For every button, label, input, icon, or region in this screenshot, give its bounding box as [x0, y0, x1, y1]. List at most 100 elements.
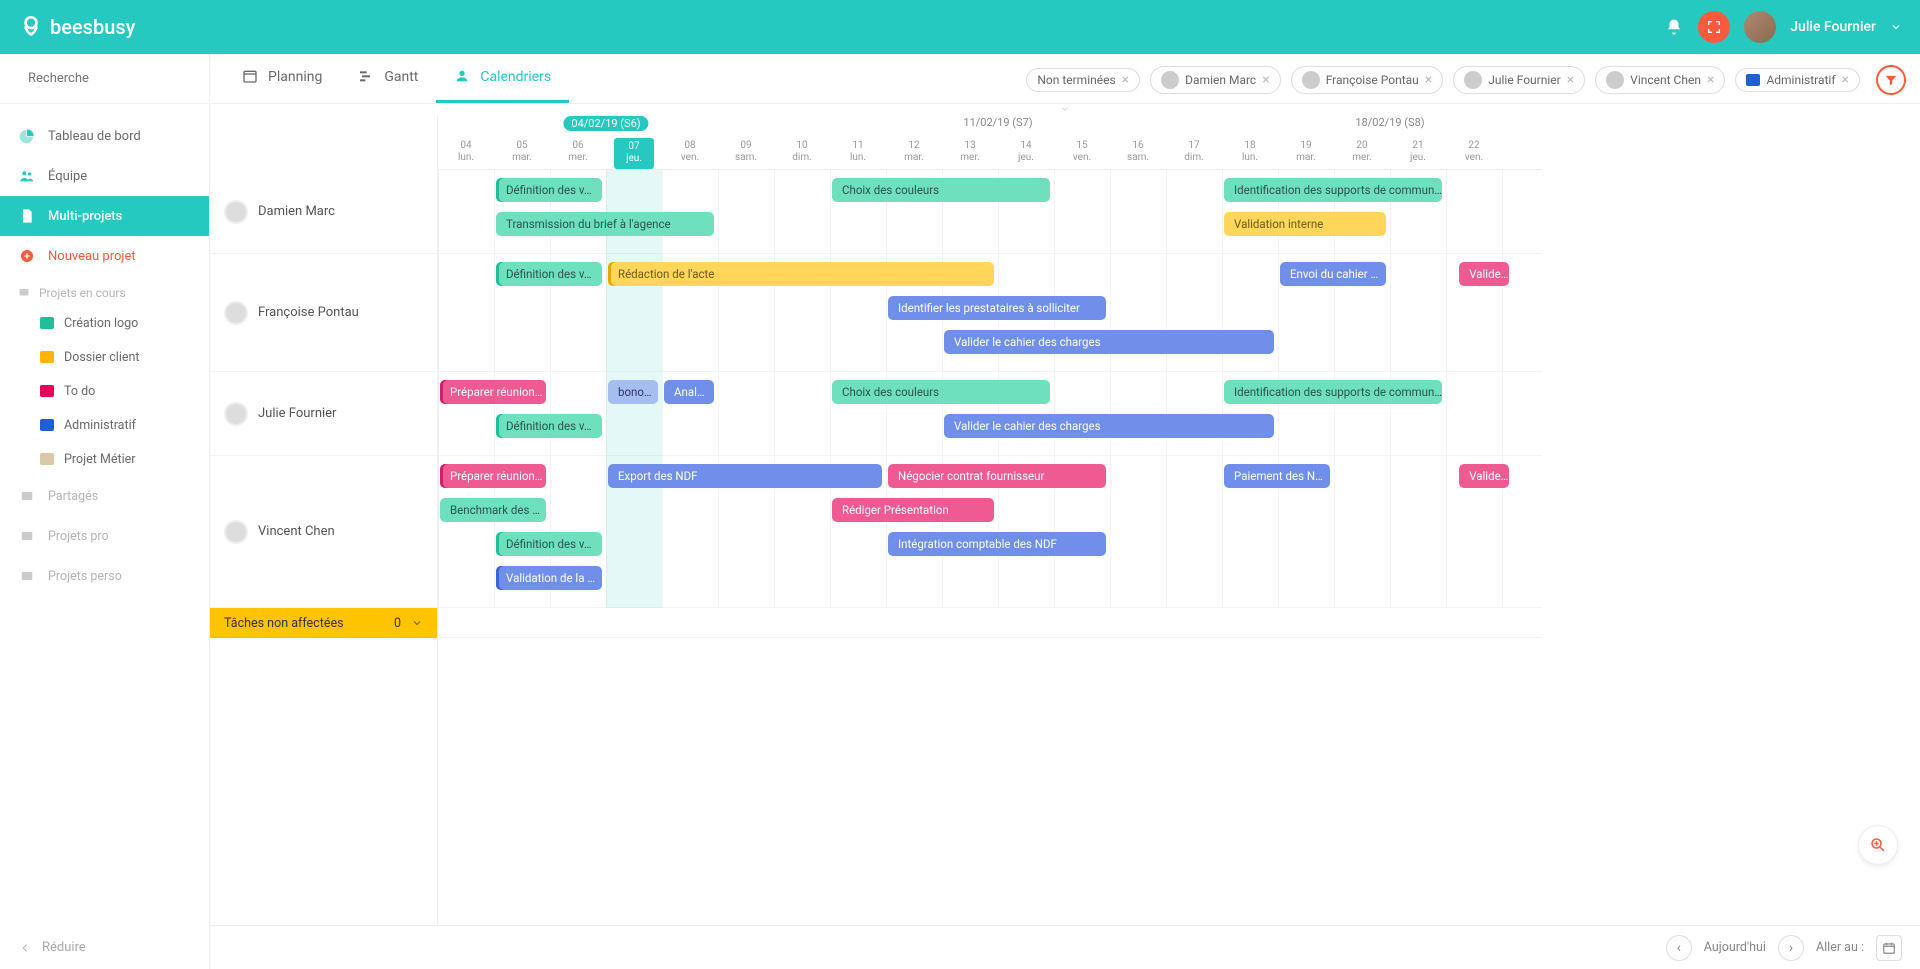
- task-bar[interactable]: Choix des couleurs: [832, 178, 1050, 202]
- project-color-swatch: [40, 317, 54, 329]
- filter-chip-person[interactable]: Vincent Chen×: [1595, 66, 1725, 94]
- day-label[interactable]: 12mar.: [894, 138, 934, 164]
- filter-button[interactable]: [1876, 65, 1906, 95]
- task-bar[interactable]: Identification des supports de commun…: [1224, 178, 1442, 202]
- task-bar[interactable]: Benchmark des …: [440, 498, 546, 522]
- task-bar[interactable]: Paiement des N…: [1224, 464, 1330, 488]
- task-bar[interactable]: Export des NDF: [608, 464, 882, 488]
- day-label[interactable]: 04lun.: [446, 138, 486, 164]
- task-bar[interactable]: Transmission du brief à l'agence: [496, 212, 714, 236]
- expand-handle[interactable]: [210, 104, 1920, 116]
- task-bar[interactable]: Anal…: [664, 380, 714, 404]
- day-label[interactable]: 05mar.: [502, 138, 542, 164]
- bell-icon[interactable]: [1664, 17, 1684, 37]
- sidebar-perso[interactable]: Projets perso: [0, 556, 209, 596]
- remove-chip-icon[interactable]: ×: [1425, 73, 1432, 87]
- day-label[interactable]: 11lun.: [838, 138, 878, 164]
- project-item[interactable]: Projet Métier: [0, 442, 209, 476]
- task-bar[interactable]: Valide…: [1459, 262, 1509, 286]
- task-bar[interactable]: Valider le cahier des charges: [944, 330, 1274, 354]
- day-label[interactable]: 07jeu.: [614, 138, 654, 169]
- day-label[interactable]: 22ven.: [1454, 138, 1494, 164]
- day-label[interactable]: 16sam.: [1118, 138, 1158, 164]
- project-item[interactable]: Administratif: [0, 408, 209, 442]
- person-name: Françoise Pontau: [258, 305, 359, 320]
- remove-chip-icon[interactable]: ×: [1567, 73, 1574, 87]
- sidebar-item-équipe[interactable]: Équipe: [0, 156, 209, 196]
- day-label[interactable]: 19mar.: [1286, 138, 1326, 164]
- task-bar[interactable]: Intégration comptable des NDF: [888, 532, 1106, 556]
- sidebar-item-tableau-de-bord[interactable]: Tableau de bord: [0, 116, 209, 156]
- task-bar[interactable]: Envoi du cahier …: [1280, 262, 1386, 286]
- user-avatar[interactable]: [1744, 11, 1776, 43]
- sidebar-shared[interactable]: Partagés: [0, 476, 209, 516]
- person-row-label[interactable]: Vincent Chen: [210, 456, 437, 608]
- today-button[interactable]: Aujourd'hui: [1704, 940, 1766, 955]
- sidebar-item-nouveau-projet[interactable]: Nouveau projet: [0, 236, 209, 276]
- task-bar[interactable]: Identifier les prestataires à solliciter: [888, 296, 1106, 320]
- filter-chip-person[interactable]: Julie Fournier×: [1453, 66, 1585, 94]
- task-bar[interactable]: Choix des couleurs: [832, 380, 1050, 404]
- chevron-down-icon[interactable]: [1890, 21, 1902, 33]
- task-bar[interactable]: Identification des supports de commun…: [1224, 380, 1442, 404]
- task-bar[interactable]: Définition des v…: [496, 262, 602, 286]
- tab-gantt[interactable]: Gantt: [340, 54, 436, 103]
- day-label[interactable]: 14jeu.: [1006, 138, 1046, 164]
- task-bar[interactable]: Négocier contrat fournisseur: [888, 464, 1106, 488]
- day-label[interactable]: 17dim.: [1174, 138, 1214, 164]
- day-label[interactable]: 09sam.: [726, 138, 766, 164]
- day-label[interactable]: 21jeu.: [1398, 138, 1438, 164]
- filter-chip-person[interactable]: Françoise Pontau×: [1291, 66, 1444, 94]
- task-bar[interactable]: Rédaction de l'acte: [608, 262, 994, 286]
- day-label[interactable]: 20mer.: [1342, 138, 1382, 164]
- filter-chip-status[interactable]: Non terminées×: [1026, 68, 1140, 92]
- remove-chip-icon[interactable]: ×: [1262, 73, 1269, 87]
- task-bar[interactable]: Valider le cahier des charges: [944, 414, 1274, 438]
- remove-chip-icon[interactable]: ×: [1122, 73, 1129, 87]
- tab-calendriers[interactable]: Calendriers: [436, 54, 569, 103]
- project-item[interactable]: Création logo: [0, 306, 209, 340]
- day-label[interactable]: 13mer.: [950, 138, 990, 164]
- day-label[interactable]: 08ven.: [670, 138, 710, 164]
- task-bar[interactable]: Définition des v…: [496, 414, 602, 438]
- day-label[interactable]: 15ven.: [1062, 138, 1102, 164]
- prev-page-button[interactable]: ‹: [1666, 935, 1692, 961]
- task-bar[interactable]: Préparer réunion…: [440, 380, 546, 404]
- task-bar[interactable]: Définition des v…: [496, 178, 602, 202]
- sidebar-pro[interactable]: Projets pro: [0, 516, 209, 556]
- user-name[interactable]: Julie Fournier: [1790, 19, 1876, 35]
- tab-label: Planning: [268, 69, 322, 85]
- calendar-icon: [242, 68, 260, 86]
- project-item[interactable]: Dossier client: [0, 340, 209, 374]
- brand-logo[interactable]: beesbusy: [18, 14, 135, 40]
- person-row-label[interactable]: Julie Fournier: [210, 372, 437, 456]
- tab-planning[interactable]: Planning: [224, 54, 340, 103]
- unassigned-row[interactable]: Tâches non affectées0: [210, 608, 437, 638]
- person-row-label[interactable]: Françoise Pontau: [210, 254, 437, 372]
- search-input[interactable]: [28, 71, 194, 86]
- goto-calendar-button[interactable]: [1876, 935, 1902, 961]
- filter-chip-person[interactable]: Damien Marc×: [1150, 66, 1281, 94]
- project-item[interactable]: To do: [0, 374, 209, 408]
- collapse-sidebar[interactable]: Réduire: [0, 926, 209, 969]
- remove-chip-icon[interactable]: ×: [1842, 73, 1849, 87]
- day-label[interactable]: 10dim.: [782, 138, 822, 164]
- timeline-scroll[interactable]: 04/02/19 (S6)11/02/19 (S7)18/02/19 (S8) …: [438, 116, 1920, 925]
- person-row-label[interactable]: Damien Marc: [210, 170, 437, 254]
- day-label[interactable]: 18lun.: [1230, 138, 1270, 164]
- fullscreen-button[interactable]: [1698, 11, 1730, 43]
- task-bar[interactable]: Validation interne: [1224, 212, 1386, 236]
- remove-chip-icon[interactable]: ×: [1707, 73, 1714, 87]
- zoom-button[interactable]: [1858, 825, 1898, 865]
- search-row[interactable]: [0, 54, 209, 104]
- task-bar[interactable]: Définition des v…: [496, 532, 602, 556]
- filter-chip-project[interactable]: Administratif×: [1735, 68, 1860, 92]
- day-label[interactable]: 06mer.: [558, 138, 598, 164]
- task-bar[interactable]: Valide…: [1459, 464, 1509, 488]
- next-page-button[interactable]: ›: [1778, 935, 1804, 961]
- sidebar-item-multi-projets[interactable]: Multi-projets: [0, 196, 209, 236]
- task-bar[interactable]: Rédiger Présentation: [832, 498, 994, 522]
- task-bar[interactable]: Validation de la …: [496, 566, 602, 590]
- task-bar[interactable]: bono…: [608, 380, 658, 404]
- task-bar[interactable]: Préparer réunion…: [440, 464, 546, 488]
